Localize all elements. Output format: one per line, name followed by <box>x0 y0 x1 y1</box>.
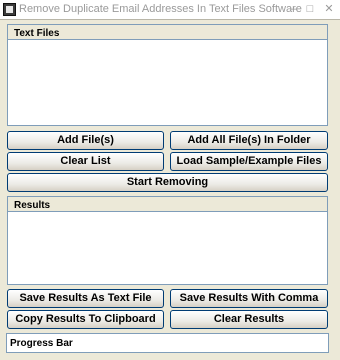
progress-bar-label: Progress Bar <box>10 338 73 349</box>
minimize-button[interactable]: – <box>286 2 302 17</box>
copy-clipboard-button[interactable]: Copy Results To Clipboard <box>7 310 164 329</box>
save-text-button[interactable]: Save Results As Text File <box>7 289 164 308</box>
text-files-list[interactable] <box>8 39 327 125</box>
app-icon <box>3 3 16 16</box>
load-sample-button[interactable]: Load Sample/Example Files <box>170 152 328 171</box>
start-removing-button[interactable]: Start Removing <box>7 173 328 192</box>
clear-results-button[interactable]: Clear Results <box>170 310 328 329</box>
maximize-button[interactable]: □ <box>302 2 318 17</box>
text-files-label: Text Files <box>14 28 60 39</box>
add-files-button[interactable]: Add File(s) <box>7 131 164 150</box>
window-title: Remove Duplicate Email Addresses In Text… <box>19 3 302 15</box>
clear-list-button[interactable]: Clear List <box>7 152 164 171</box>
close-button[interactable]: ✕ <box>321 2 337 17</box>
save-comma-button[interactable]: Save Results With Comma <box>170 289 328 308</box>
text-files-panel: Text Files <box>7 24 328 126</box>
results-list[interactable] <box>8 211 327 284</box>
progress-bar: Progress Bar <box>6 333 329 353</box>
title-bar[interactable]: Remove Duplicate Email Addresses In Text… <box>0 0 340 20</box>
results-panel: Results <box>7 196 328 285</box>
add-all-files-button[interactable]: Add All File(s) In Folder <box>170 131 328 150</box>
results-label: Results <box>14 200 51 211</box>
